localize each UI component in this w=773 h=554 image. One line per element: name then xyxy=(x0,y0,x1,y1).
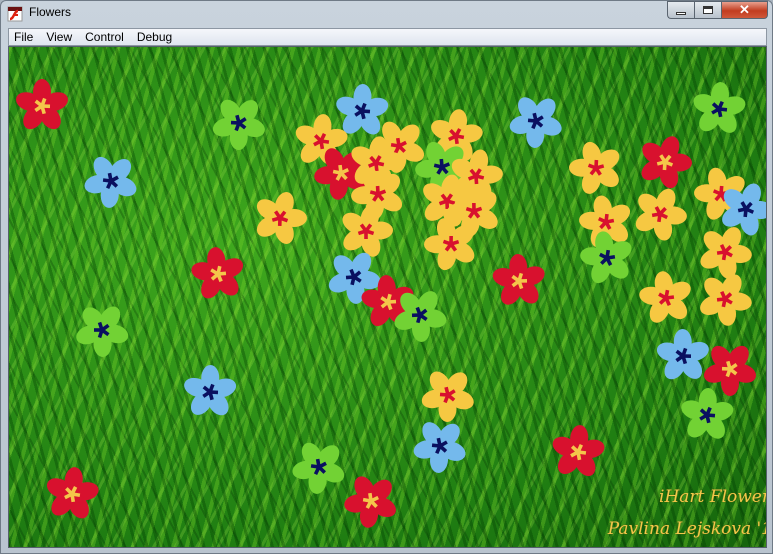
menu-file[interactable]: File xyxy=(9,30,38,44)
maximize-icon xyxy=(703,6,713,14)
flower-blue[interactable] xyxy=(401,407,479,485)
flower-blue[interactable] xyxy=(72,142,150,220)
window-title: Flowers xyxy=(29,5,72,19)
flash-app-icon xyxy=(7,6,23,22)
app-window: Flowers ✕ File View Control Debug iHart … xyxy=(0,0,773,554)
close-button[interactable]: ✕ xyxy=(721,1,768,19)
title-bar[interactable]: Flowers ✕ xyxy=(1,1,772,27)
flower-green[interactable] xyxy=(63,292,140,369)
flower-blue[interactable] xyxy=(181,365,239,420)
game-title-credit: iHart Flower xyxy=(659,487,767,507)
flower-game-canvas[interactable]: iHart Flower Pavlina Lejskova '1 xyxy=(8,46,767,548)
flower-red[interactable] xyxy=(40,464,103,525)
minimize-button[interactable] xyxy=(667,1,694,19)
menu-bar: File View Control Debug xyxy=(8,28,767,46)
flower-yellow[interactable] xyxy=(629,260,703,335)
flower-red[interactable] xyxy=(181,237,254,311)
minimize-icon xyxy=(676,11,686,15)
flower-green[interactable] xyxy=(280,428,359,506)
flower-red[interactable] xyxy=(483,245,554,318)
flower-red[interactable] xyxy=(629,127,701,197)
flower-red[interactable] xyxy=(547,423,608,482)
flower-green[interactable] xyxy=(689,80,750,138)
author-credit: Pavlina Lejskova '1 xyxy=(607,519,767,539)
flower-blue[interactable] xyxy=(497,82,575,160)
flower-red[interactable] xyxy=(14,79,71,133)
flower-yellow[interactable] xyxy=(623,178,697,251)
menu-view[interactable]: View xyxy=(41,30,77,44)
flower-yellow[interactable] xyxy=(557,129,634,207)
menu-control[interactable]: Control xyxy=(80,30,129,44)
flower-green[interactable] xyxy=(200,84,278,161)
flower-field[interactable] xyxy=(9,47,767,548)
flower-yellow[interactable] xyxy=(409,356,487,434)
window-controls: ✕ xyxy=(667,1,768,19)
close-icon: ✕ xyxy=(739,2,750,17)
flower-yellow[interactable] xyxy=(245,184,316,253)
menu-debug[interactable]: Debug xyxy=(132,30,177,44)
maximize-button[interactable] xyxy=(694,1,721,19)
